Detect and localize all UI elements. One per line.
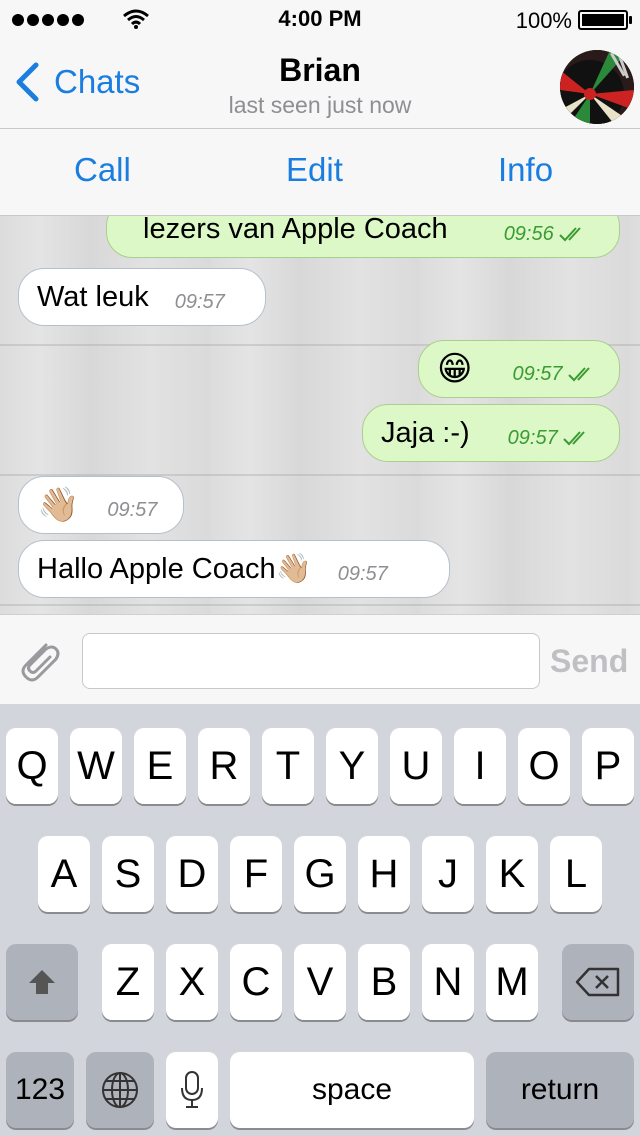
message-bubble[interactable]: Hallo Apple Coach👋🏼 09:57	[18, 540, 450, 598]
key-a[interactable]: A	[38, 836, 90, 912]
key-t[interactable]: T	[262, 728, 314, 804]
globe-key[interactable]	[86, 1052, 154, 1128]
key-b[interactable]: B	[358, 944, 410, 1020]
key-f[interactable]: F	[230, 836, 282, 912]
chat-thread[interactable]: lezers van Apple Coach 09:56 Wat leuk 09…	[0, 216, 640, 614]
message-input[interactable]	[82, 633, 540, 689]
message-time: 09:57	[337, 562, 388, 585]
message-text: lezers van Apple Coach	[143, 216, 448, 245]
status-bar: 4:00 PM 100%	[0, 0, 640, 40]
dictation-key[interactable]	[166, 1052, 218, 1128]
backspace-icon	[575, 967, 620, 997]
key-s[interactable]: S	[102, 836, 154, 912]
message-bubble[interactable]: 👋🏼 09:57	[18, 476, 184, 534]
message-bubble[interactable]: Jaja :-) 09:57	[362, 404, 620, 462]
waving-hand-emoji-icon: 👋🏼	[37, 486, 80, 524]
message-bubble[interactable]: lezers van Apple Coach 09:56	[106, 216, 620, 258]
message-time: 09:57	[174, 290, 225, 313]
message-text: Jaja :-)	[381, 416, 470, 449]
battery-icon	[578, 10, 632, 30]
key-l[interactable]: L	[550, 836, 602, 912]
key-e[interactable]: E	[134, 728, 186, 804]
key-k[interactable]: K	[486, 836, 538, 912]
key-y[interactable]: Y	[326, 728, 378, 804]
contact-action-bar: Call Edit Info	[0, 128, 640, 216]
grinning-emoji-icon: 😁	[437, 350, 473, 388]
key-x[interactable]: X	[166, 944, 218, 1020]
send-button[interactable]: Send	[550, 643, 628, 680]
call-button[interactable]: Call	[74, 151, 131, 189]
keyboard: Q W E R T Y U I O P A S D F G H J K L Z …	[0, 704, 640, 1136]
space-key[interactable]: space	[230, 1052, 474, 1128]
key-v[interactable]: V	[294, 944, 346, 1020]
info-button[interactable]: Info	[498, 151, 553, 189]
message-composer: Send	[0, 614, 640, 704]
attachment-paperclip-icon[interactable]	[16, 637, 62, 685]
dartboard-avatar-image	[560, 50, 634, 124]
key-q[interactable]: Q	[6, 728, 58, 804]
shift-key[interactable]	[6, 944, 78, 1020]
key-i[interactable]: I	[454, 728, 506, 804]
contact-name: Brian	[279, 52, 361, 88]
message-time: 09:56	[503, 222, 554, 245]
key-d[interactable]: D	[166, 836, 218, 912]
key-u[interactable]: U	[390, 728, 442, 804]
read-ticks-icon	[559, 227, 581, 242]
message-text: Wat leuk	[37, 280, 149, 313]
key-o[interactable]: O	[518, 728, 570, 804]
read-ticks-icon	[562, 431, 585, 446]
numbers-key[interactable]: 123	[6, 1052, 74, 1128]
message-bubble[interactable]: 😁 09:57	[418, 340, 620, 398]
key-w[interactable]: W	[70, 728, 122, 804]
last-seen-status: last seen just now	[228, 92, 412, 118]
read-ticks-icon	[567, 367, 590, 382]
key-n[interactable]: N	[422, 944, 474, 1020]
key-r[interactable]: R	[198, 728, 250, 804]
backspace-key[interactable]	[562, 944, 634, 1020]
microphone-icon	[181, 1071, 203, 1108]
key-g[interactable]: G	[294, 836, 346, 912]
key-p[interactable]: P	[582, 728, 634, 804]
key-c[interactable]: C	[230, 944, 282, 1020]
return-key[interactable]: return	[486, 1052, 634, 1128]
globe-icon	[102, 1072, 138, 1108]
key-h[interactable]: H	[358, 836, 410, 912]
message-time: 09:57	[507, 426, 558, 449]
shift-arrow-icon	[29, 970, 55, 994]
key-j[interactable]: J	[422, 836, 474, 912]
key-z[interactable]: Z	[102, 944, 154, 1020]
navigation-bar: Chats Brian last seen just now	[0, 40, 640, 128]
contact-avatar[interactable]	[560, 50, 634, 124]
message-text: Hallo Apple Coach👋🏼	[37, 553, 312, 585]
message-bubble[interactable]: Wat leuk 09:57	[18, 268, 266, 326]
message-time: 09:57	[107, 498, 158, 521]
battery-percentage: 100%	[515, 8, 572, 33]
edit-button[interactable]: Edit	[286, 151, 343, 189]
key-m[interactable]: M	[486, 944, 538, 1020]
message-time: 09:57	[512, 362, 563, 385]
